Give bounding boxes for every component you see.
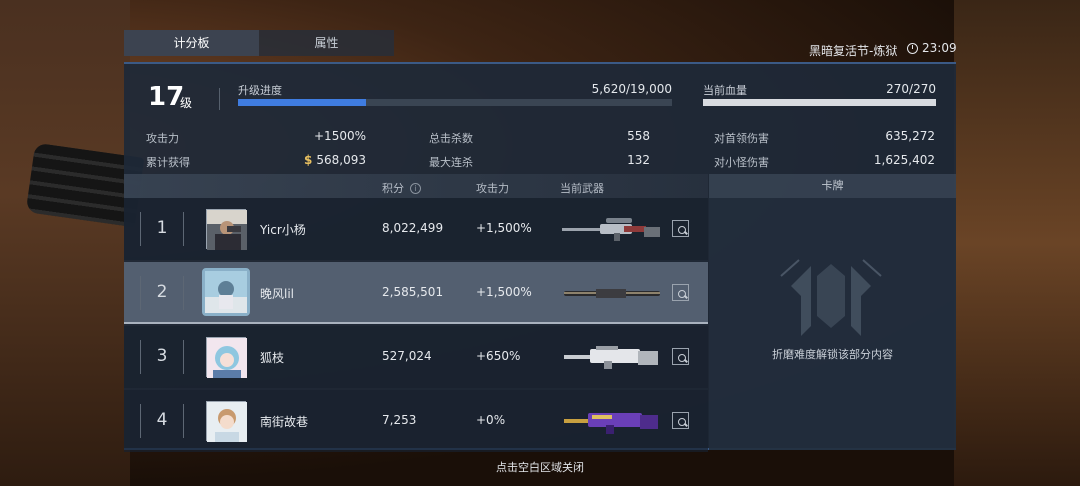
avatar [206,209,247,250]
table-row[interactable]: 4 南街故巷 7,253 +0% [124,390,708,452]
boss-damage-label: 对首领伤害 [714,132,769,145]
player-attack: +1,500% [476,221,532,235]
clock: 23:09 [907,41,957,55]
player-attack: +0% [476,413,506,427]
hp-label: 当前血量 [703,84,747,97]
inspect-weapon-button[interactable] [672,412,689,429]
player-attack: +1,500% [476,285,532,299]
background-left [0,0,130,486]
rifle-icon [564,289,660,298]
xp-value: 5,620/19,000 [591,82,672,96]
col-score: 积分 i [382,180,421,196]
player-score: 2,585,501 [382,285,444,299]
tab-scoreboard[interactable]: 计分板 [124,30,259,56]
player-name: Yicr小杨 [260,223,306,237]
clock-icon [907,42,918,54]
minion-damage-label: 对小怪伤害 [714,156,769,169]
coin-icon: $ [304,153,313,167]
avatar [206,401,247,442]
xp-progress-bar [238,99,672,106]
earned-value: 568,093 [316,153,366,167]
attack-label: 攻击力 [146,132,179,145]
inspect-weapon-button[interactable] [672,284,689,301]
info-icon[interactable]: i [410,183,421,194]
player-score: 8,022,499 [382,221,444,235]
kills-value: 558 [627,129,650,143]
divider [219,88,220,110]
sniper-rifle-icon [562,218,660,241]
cards-panel: 折磨难度解锁该部分内容 [709,198,956,450]
cards-header: 卡牌 [709,174,956,198]
avatar [202,268,250,316]
heavy-rifle-icon [564,413,658,434]
earned-label: 累计获得 [146,156,190,169]
assault-rifle-icon [564,346,658,369]
table-row[interactable]: 3 狐枝 527,024 +650% [124,326,708,388]
scoreboard-panel: 17 级 升级进度 5,620/19,000 当前血量 270/270 攻击力 … [124,62,956,452]
player-attack: +650% [476,349,521,363]
cards-locked-text: 折磨难度解锁该部分内容 [772,348,893,361]
hp-progress-fill [703,99,936,106]
rank-box: 3 [140,340,184,374]
attack-value: +1500% [314,129,366,143]
avatar [206,337,247,378]
rank-number: 3 [156,346,168,366]
xp-progress-fill [238,99,367,106]
minion-damage-value: 1,625,402 [873,153,935,167]
rank-box: 2 [140,276,184,310]
rank-number: 4 [156,410,168,430]
player-name: 狐枝 [260,351,285,365]
earned-value-group: $568,093 [274,153,366,167]
background-right [954,0,1080,486]
rank-number: 2 [156,282,168,302]
col-attack: 攻击力 [476,182,509,195]
hp-value: 270/270 [886,82,936,96]
col-weapon: 当前武器 [560,182,604,195]
player-level-unit: 级 [180,96,193,110]
player-score: 527,024 [382,349,432,363]
kills-label: 总击杀数 [429,132,473,145]
streak-label: 最大连杀 [429,156,473,169]
streak-value: 132 [627,153,650,167]
col-score-label: 积分 [382,182,404,195]
inspect-weapon-button[interactable] [672,220,689,237]
player-score: 7,253 [382,413,417,427]
locked-emblem-icon [780,259,882,336]
player-name: 晚风lil [260,287,295,301]
hp-progress-bar [703,99,936,106]
close-hint[interactable]: 点击空白区域关闭 [0,459,1080,475]
event-name: 黑暗复活节-炼狱 [809,44,898,58]
rank-box: 4 [140,404,184,438]
player-level: 17 [148,82,185,112]
boss-damage-value: 635,272 [885,129,935,143]
xp-label: 升级进度 [238,84,282,97]
tab-attributes[interactable]: 属性 [259,30,394,56]
table-row[interactable]: 2 晚风lil 2,585,501 +1,500% [124,262,708,324]
inspect-weapon-button[interactable] [672,348,689,365]
player-name: 南街故巷 [260,415,309,429]
table-row[interactable]: 1 Yicr小杨 8,022,499 +1,500% [124,198,708,260]
clock-time: 23:09 [922,41,957,55]
rank-box: 1 [140,212,184,246]
tab-bar: 计分板 属性 [124,30,394,56]
rank-number: 1 [156,218,168,238]
